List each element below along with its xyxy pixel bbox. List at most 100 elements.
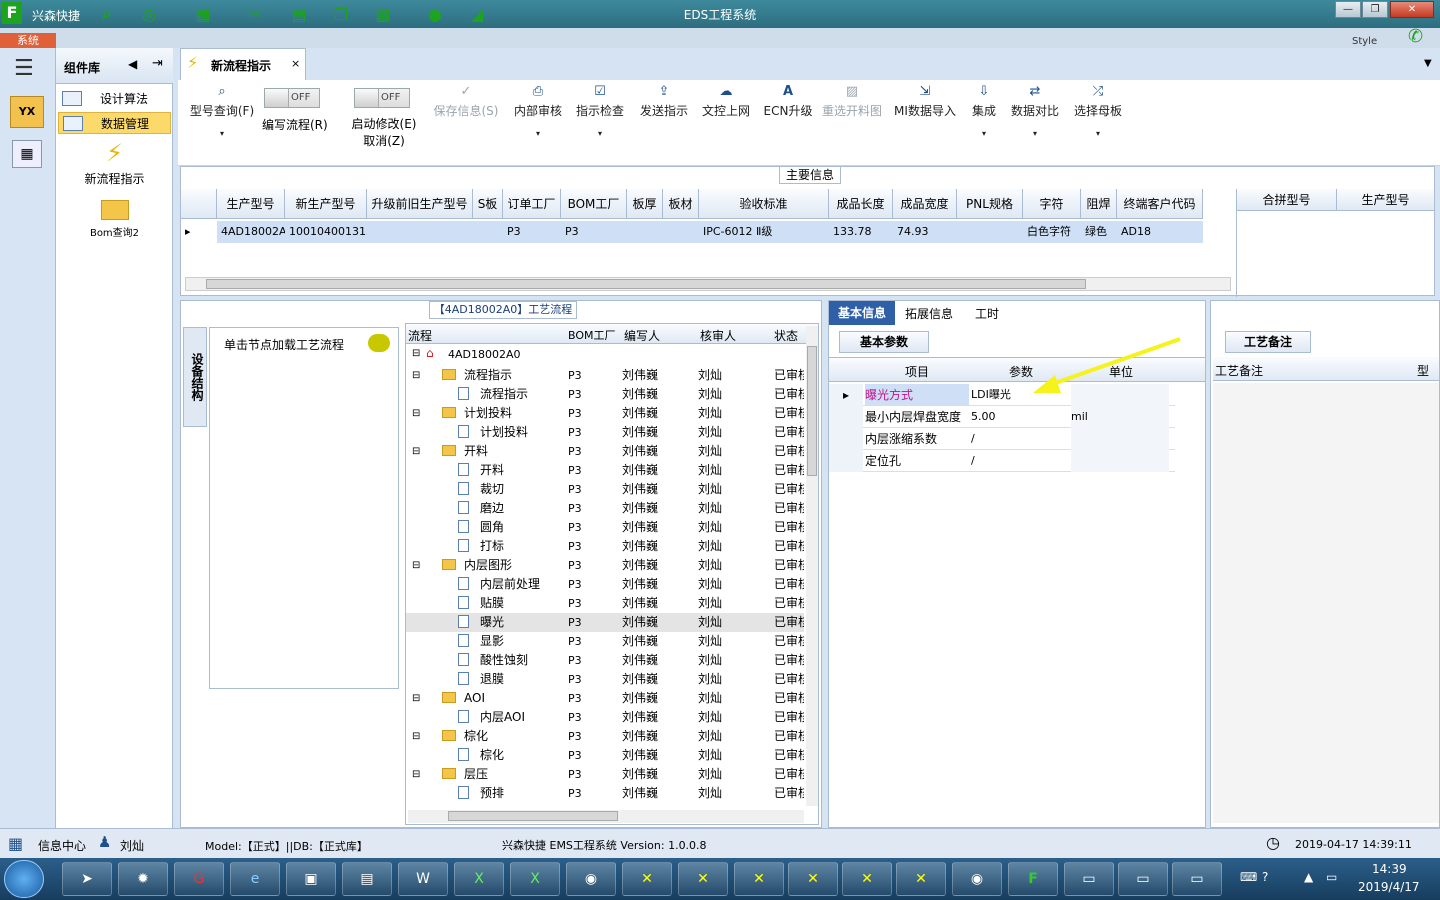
nav-item-design-algorithm[interactable]: 设计算法 <box>58 88 171 110</box>
main-cell[interactable]: P3 <box>561 221 627 243</box>
eds-app-icon[interactable]: F <box>1008 862 1058 896</box>
tree-row[interactable]: 曝光 P3 刘伟巍 刘灿 已审核 <box>406 613 804 632</box>
main-cell[interactable]: 133.78 <box>829 221 893 243</box>
main-cell[interactable] <box>367 221 473 243</box>
main-cell[interactable]: 10010400131578 <box>285 221 387 243</box>
main-col-header[interactable]: BOM工厂 <box>561 189 627 219</box>
vertical-scrollbar[interactable] <box>806 326 818 806</box>
save-info-button[interactable]: ✓ 保存信息(S) <box>430 84 502 119</box>
main-col-header[interactable]: PNL规格 <box>957 189 1023 219</box>
doc-control-online-button[interactable]: ☁ 文控上网 <box>698 84 754 119</box>
taskbar-app-icon[interactable]: ✕ <box>842 862 892 896</box>
taskbar-app-icon[interactable]: ◉ <box>566 862 616 896</box>
taskbar-app-icon[interactable]: ▭ <box>1064 862 1114 896</box>
collapse-icon[interactable]: ⊟ <box>412 442 420 461</box>
start-edit-toggle[interactable]: OFF 启动修改(E) 取消(Z) <box>346 88 422 150</box>
close-tab-icon[interactable]: × <box>291 57 300 70</box>
tree-row[interactable]: ⊟ 开料 P3 刘伟巍 刘灿 已审核 <box>406 442 804 461</box>
tree-row[interactable]: 打标 P3 刘伟巍 刘灿 已审核 <box>406 537 804 556</box>
close-button[interactable]: ✕ <box>1390 1 1434 18</box>
main-col-header[interactable]: 字符 <box>1023 189 1081 219</box>
info-center-link[interactable]: 信息中心 <box>38 837 86 854</box>
main-col-header[interactable]: S板 <box>473 189 503 219</box>
main-cell[interactable] <box>627 221 663 243</box>
taskbar-app-icon[interactable]: ✕ <box>622 862 672 896</box>
tab-extended-info[interactable]: 拓展信息 <box>905 305 953 322</box>
word-icon[interactable]: W <box>398 862 448 896</box>
main-col-header[interactable]: 验收标准 <box>699 189 829 219</box>
model-query-button[interactable]: ⌕ 型号查询(F) ▾ <box>184 84 260 138</box>
main-col-header[interactable]: 生产型号 <box>217 189 285 219</box>
main-cell[interactable] <box>473 221 503 243</box>
network-icon[interactable]: ▭ <box>1326 870 1337 884</box>
main-cell[interactable] <box>957 221 1023 243</box>
scroll-thumb[interactable] <box>448 811 618 821</box>
select-mother-board-button[interactable]: ⤮ 选择母板 ▾ <box>1070 84 1126 138</box>
main-col-header[interactable]: 成品长度 <box>829 189 893 219</box>
nav-item-data-management[interactable]: 数据管理 <box>58 112 171 134</box>
scroll-thumb[interactable] <box>206 279 1086 289</box>
tool-bom-query[interactable]: Bom查询2 <box>56 196 173 244</box>
main-col-header[interactable]: 成品宽度 <box>893 189 957 219</box>
send-instruction-button[interactable]: ⇪ 发送指示 <box>636 84 692 119</box>
minimize-button[interactable]: — <box>1335 1 1361 18</box>
phone-icon[interactable]: ✆ <box>1408 26 1423 47</box>
collapse-left-icon[interactable]: ◀ <box>128 57 137 71</box>
taskbar-app-icon[interactable]: ▤ <box>342 862 392 896</box>
chevron-down-icon[interactable]: ▼ <box>1424 58 1432 69</box>
tree-row[interactable]: ⊟ 流程指示 P3 刘伟巍 刘灿 已审核 <box>406 366 804 385</box>
calculator-icon[interactable]: ▦ <box>12 140 42 168</box>
param-value[interactable]: / <box>971 428 1069 450</box>
collapse-icon[interactable]: ⊟ <box>412 765 420 784</box>
ie-icon[interactable]: e <box>230 862 280 896</box>
main-cell[interactable]: 4AD18002A0 <box>217 221 294 243</box>
main-col-header[interactable]: 终端客户代码 <box>1117 189 1203 219</box>
tab-new-process[interactable]: ⚡ 新流程指示 × <box>180 48 306 80</box>
integrate-button[interactable]: ⇩ 集成 ▾ <box>966 84 1002 138</box>
mi-data-import-button[interactable]: ⇲ MI数据导入 <box>892 84 958 119</box>
tree-row[interactable]: 流程指示 P3 刘伟巍 刘灿 已审核 <box>406 385 804 404</box>
ecn-upgrade-button[interactable]: A ECN升级 <box>760 84 816 119</box>
main-col-header[interactable]: 订单工厂 <box>503 189 561 219</box>
tree-row[interactable]: ⊟ 计划投料 P3 刘伟巍 刘灿 已审核 <box>406 404 804 423</box>
tree-row[interactable]: ⊟ 内层图形 P3 刘伟巍 刘灿 已审核 <box>406 556 804 575</box>
main-col-header[interactable]: 新生产型号 <box>285 189 367 219</box>
horizontal-scrollbar[interactable] <box>408 810 804 823</box>
tree-row[interactable]: 酸性蚀刻 P3 刘伟巍 刘灿 已审核 <box>406 651 804 670</box>
excel-icon[interactable]: X <box>510 862 560 896</box>
main-cell[interactable]: IPC-6012 Ⅱ级 <box>699 221 829 243</box>
collapse-icon[interactable]: ⊟ <box>412 404 420 423</box>
data-compare-button[interactable]: ⇄ 数据对比 ▾ <box>1008 84 1062 138</box>
main-col-header[interactable]: 板厚 <box>627 189 663 219</box>
instruction-check-button[interactable]: ☑ 指示检查 ▾ <box>572 84 628 138</box>
main-col-header[interactable]: 阻焊 <box>1081 189 1117 219</box>
internal-review-button[interactable]: ⎙ 内部审核 ▾ <box>510 84 566 138</box>
yx-tool-icon[interactable]: YX <box>10 96 44 128</box>
main-cell[interactable]: 绿色 <box>1081 221 1117 243</box>
tab-process-remarks[interactable]: 工艺备注 <box>1225 331 1311 353</box>
taskbar-app-icon[interactable]: ◉ <box>952 862 1002 896</box>
taskbar-app-icon[interactable]: ➤ <box>62 862 112 896</box>
tab-basic-info[interactable]: 基本信息 <box>829 301 895 325</box>
main-col-header[interactable]: 升级前旧生产型号 <box>367 189 473 219</box>
hamburger-menu-icon[interactable]: ☰ <box>14 56 34 81</box>
main-cell[interactable]: AD18 <box>1117 221 1203 243</box>
keyboard-icon[interactable]: ⌨ <box>1240 870 1257 884</box>
pin-icon[interactable]: ⇥ <box>152 56 163 71</box>
collapse-icon[interactable]: ⊟ <box>412 366 420 385</box>
collapse-icon[interactable]: ⊟ <box>412 689 420 708</box>
tree-row[interactable]: ⊟ AOI P3 刘伟巍 刘灿 已审核 <box>406 689 804 708</box>
tree-row[interactable]: 内层前处理 P3 刘伟巍 刘灿 已审核 <box>406 575 804 594</box>
taskbar-time[interactable]: 14:39 <box>1372 862 1407 876</box>
tree-row[interactable]: 预排 P3 刘伟巍 刘灿 已审核 <box>406 784 804 803</box>
taskbar-app-icon[interactable]: ✕ <box>788 862 838 896</box>
param-value[interactable]: / <box>971 450 1069 472</box>
tab-work-hours[interactable]: 工时 <box>975 305 999 322</box>
reselect-cut-image-button[interactable]: ▨ 重选开料图 <box>820 84 884 119</box>
tree-row[interactable]: 裁切 P3 刘伟巍 刘灿 已审核 <box>406 480 804 499</box>
tree-row[interactable]: 计划投料 P3 刘伟巍 刘灿 已审核 <box>406 423 804 442</box>
taskbar-app-icon[interactable]: ▭ <box>1118 862 1168 896</box>
toggle-switch[interactable]: OFF <box>264 88 320 108</box>
system-tab[interactable]: 系统 <box>0 33 56 48</box>
remarks-body[interactable] <box>1213 383 1439 823</box>
